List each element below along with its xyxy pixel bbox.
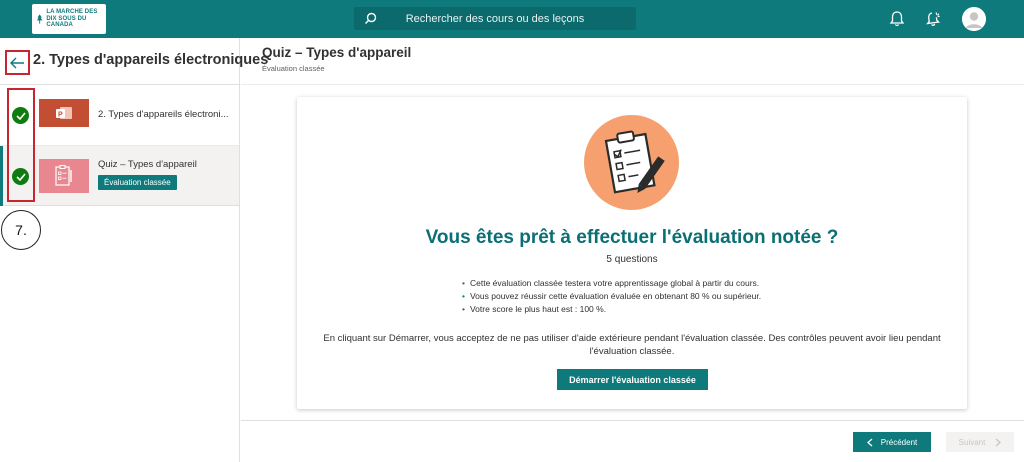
assessment-info-list: Cette évaluation classée testera votre a… — [462, 277, 761, 316]
search-input[interactable] — [354, 12, 636, 25]
status-badge: Évaluation classée — [98, 175, 177, 190]
sidebar-header: 2. Types d'appareils électroniques — [0, 38, 268, 85]
disclaimer-text: En cliquant sur Démarrer, vous acceptez … — [323, 333, 941, 357]
sidebar-item-label: 2. Types d'appareils électroni... — [98, 109, 229, 120]
previous-label: Précédent — [880, 437, 918, 447]
sidebar-title: 2. Types d'appareils électroniques — [33, 52, 269, 68]
logo[interactable]: LA MARCHE DES DIX SOUS DU CANADA — [32, 4, 106, 34]
quiz-thumbnail — [39, 159, 89, 193]
powerpoint-icon: P — [56, 107, 72, 119]
annotation-highlight-box — [7, 88, 35, 202]
start-assessment-button[interactable]: Démarrer l'évaluation classée — [557, 369, 708, 390]
back-arrow-icon — [10, 57, 24, 68]
avatar-icon — [962, 7, 986, 31]
sidebar-item-lesson[interactable]: P 2. Types d'appareils électroni... — [0, 86, 239, 146]
assessment-card: Vous êtes prêt à effectuer l'évaluation … — [297, 97, 967, 409]
next-button[interactable]: Suivant — [946, 432, 1014, 452]
quiz-icon — [55, 165, 72, 186]
list-item: Cette évaluation classée testera votre a… — [462, 277, 761, 290]
annotation-step-circle: 7. — [1, 210, 41, 250]
search-icon[interactable] — [364, 12, 377, 25]
chevron-right-icon — [995, 438, 1002, 446]
notification-bell-icon[interactable] — [924, 10, 942, 28]
svg-text:P: P — [58, 112, 63, 119]
previous-button[interactable]: Précédent — [853, 432, 931, 452]
back-button[interactable] — [5, 50, 30, 75]
logo-leaf-icon — [36, 14, 43, 24]
quiz-clipboard-icon — [584, 115, 679, 210]
assessment-heading: Vous êtes prêt à effectuer l'évaluation … — [425, 227, 839, 248]
list-item: Vous pouvez réussir cette évaluation éva… — [462, 290, 761, 303]
page-title: Quiz – Types d'appareil — [262, 45, 412, 60]
search-bar[interactable] — [354, 7, 636, 30]
active-indicator — [0, 146, 3, 206]
avatar[interactable] — [962, 7, 986, 31]
question-count: 5 questions — [606, 254, 658, 265]
footer-divider — [241, 420, 1024, 421]
sidebar-item-quiz[interactable]: Quiz – Types d'appareil Évaluation class… — [0, 146, 239, 206]
bell-icon[interactable] — [888, 10, 906, 28]
sidebar: 2. Types d'appareils électroniques P 2. … — [0, 38, 268, 462]
chevron-left-icon — [866, 438, 873, 446]
logo-text: LA MARCHE DES DIX SOUS DU CANADA — [46, 9, 98, 29]
page-subtitle: Évaluation classée — [262, 64, 325, 73]
header-divider — [241, 84, 1024, 85]
powerpoint-thumbnail: P — [39, 99, 89, 127]
sidebar-item-label: Quiz – Types d'appareil — [98, 159, 197, 170]
top-bar: LA MARCHE DES DIX SOUS DU CANADA — [0, 0, 1024, 38]
next-label: Suivant — [958, 437, 986, 447]
list-item: Votre score le plus haut est : 100 %. — [462, 303, 761, 316]
